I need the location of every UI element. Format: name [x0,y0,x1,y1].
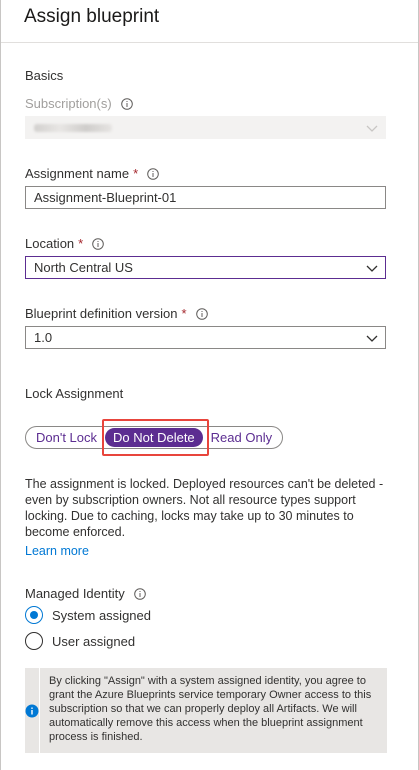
subscription-select [25,116,386,139]
subscription-label-text: Subscription(s) [25,96,112,111]
managed-identity-label-text: Managed Identity [25,586,125,601]
panel-header: Assign blueprint [1,0,418,43]
lock-assignment-label: Lock Assignment [25,386,124,401]
lock-option-read-only[interactable]: Read Only [203,428,280,447]
assignment-name-label-text: Assignment name [25,166,130,181]
info-filled-icon [25,704,39,717]
selection-highlight-box [102,419,209,456]
assignment-name-input[interactable]: Assignment-Blueprint-01 [25,186,386,209]
assignment-name-value: Assignment-Blueprint-01 [34,190,177,205]
location-value: North Central US [34,260,133,275]
managed-identity-label: Managed Identity [25,586,146,601]
lock-option-dont-lock[interactable]: Don't Lock [28,428,105,447]
location-select[interactable]: North Central US [25,256,386,279]
location-label-text: Location [25,236,75,251]
basics-section-label: Basics [25,68,64,83]
info-icon[interactable] [195,307,208,320]
learn-more-link[interactable]: Learn more [25,544,89,558]
identity-info-text: By clicking "Assign" with a system assig… [49,675,372,743]
radio-checked-icon[interactable] [25,606,43,624]
location-label: Location * [25,236,105,251]
chevron-down-icon[interactable] [365,261,379,275]
radio-user-assigned-label: User assigned [52,633,136,649]
identity-info-box: By clicking "Assign" with a system assig… [25,668,387,753]
radio-system-assigned[interactable]: System assigned [25,606,151,624]
blueprint-version-select[interactable]: 1.0 [25,326,386,349]
info-icon[interactable] [92,237,105,250]
assignment-name-label: Assignment name * [25,166,159,181]
info-icon[interactable] [147,167,159,180]
radio-system-assigned-label: System assigned [52,607,151,623]
chevron-down-icon [366,125,378,132]
info-icon-column [25,668,40,753]
radio-unchecked-icon[interactable] [25,632,43,650]
redacted-subscription-value [34,124,112,132]
info-icon[interactable] [120,97,133,110]
page-title: Assign blueprint [24,6,160,27]
lock-description: The assignment is locked. Deployed resou… [25,477,384,539]
assign-blueprint-panel: Assign blueprint Basics Subscription(s) … [0,0,419,770]
blueprint-version-label: Blueprint definition version * [25,306,208,321]
chevron-down-icon[interactable] [365,331,379,345]
blueprint-version-value: 1.0 [34,330,53,345]
subscription-label: Subscription(s) [25,96,133,111]
blueprint-version-label-text: Blueprint definition version [25,306,178,321]
required-marker: * [78,236,84,251]
info-icon[interactable] [133,587,146,600]
required-marker: * [181,306,187,321]
radio-user-assigned[interactable]: User assigned [25,632,135,650]
required-marker: * [133,166,139,181]
